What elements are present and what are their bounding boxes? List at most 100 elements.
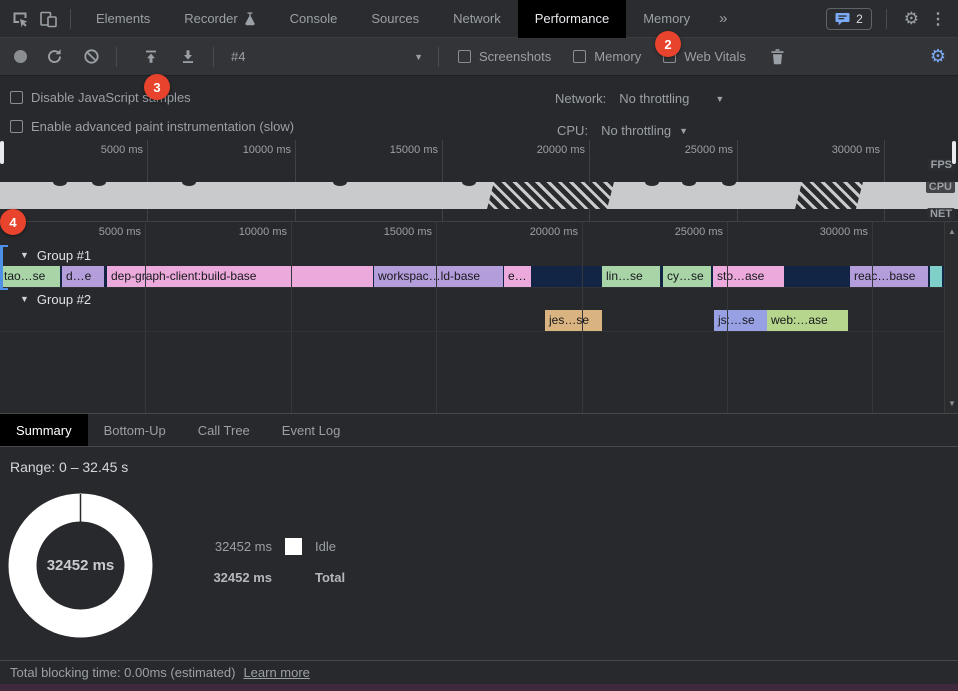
tab-network[interactable]: Network xyxy=(436,0,518,38)
reload-and-record-icon[interactable] xyxy=(44,47,64,67)
expander-icon: ▼ xyxy=(20,250,29,260)
footer-bar: Total blocking time: 0.00ms (estimated) … xyxy=(0,660,958,684)
expander-icon: ▼ xyxy=(20,294,29,304)
cpu-label: CPU: xyxy=(557,123,588,138)
load-profile-icon[interactable] xyxy=(141,47,161,67)
chat-icon xyxy=(835,12,850,26)
grid-line xyxy=(147,140,148,222)
flame-scrollbar[interactable]: ▲ ▼ xyxy=(944,222,958,413)
cpu-throttling-select[interactable]: CPU: No throttling ▼ xyxy=(557,123,688,138)
delete-recording-icon[interactable] xyxy=(768,47,788,67)
legend-swatch xyxy=(285,538,302,555)
tab-console[interactable]: Console xyxy=(273,0,355,38)
history-select[interactable]: #4 ▼ xyxy=(231,49,423,64)
overview-left-handle[interactable] xyxy=(0,141,4,164)
flame-bar[interactable]: tao…se xyxy=(0,266,60,287)
chevron-down-icon: ▼ xyxy=(679,126,688,136)
tab-bottom-up[interactable]: Bottom-Up xyxy=(88,414,182,446)
ruler-tick-label: 10000 ms xyxy=(205,226,287,238)
group-header-group-2[interactable]: ▼ Group #2 xyxy=(0,288,944,310)
tab-performance[interactable]: Performance xyxy=(518,0,626,38)
lane-label-net: NET xyxy=(927,208,955,220)
devtools-tabs: Elements Recorder ConsoleSourcesNetwork Per… xyxy=(79,0,707,38)
flame-bar[interactable]: dep-graph-client:build-base xyxy=(107,266,373,287)
cpu-activity-dip xyxy=(645,178,659,186)
more-tabs-button[interactable]: » xyxy=(707,10,739,27)
tab-recorder[interactable]: Recorder xyxy=(167,0,272,38)
flame-chart-body: ▼Group #1tao…sed…edep-graph-client:build… xyxy=(0,244,944,332)
flame-bar[interactable]: e… xyxy=(504,266,531,287)
flame-bar[interactable]: web:…ase xyxy=(767,310,848,331)
grid-line xyxy=(727,222,728,413)
flame-bar[interactable]: cy…se xyxy=(663,266,711,287)
overview-right-handle[interactable] xyxy=(952,141,956,164)
cpu-activity-dip xyxy=(462,178,476,186)
tab-event-log[interactable]: Event Log xyxy=(266,414,357,446)
ruler-tick-label: 10000 ms xyxy=(209,144,291,156)
divider xyxy=(438,47,439,67)
timeline-overview[interactable]: 5000 ms10000 ms15000 ms20000 ms25000 ms3… xyxy=(0,140,958,222)
grid-line xyxy=(291,222,292,413)
capture-settings-gear-icon[interactable]: ⚙ xyxy=(930,46,946,67)
flame-bar[interactable]: workspac…ld-base xyxy=(374,266,503,287)
flame-bar[interactable]: jes…se xyxy=(545,310,602,331)
paint-instrumentation-checkbox[interactable] xyxy=(10,120,23,133)
checkbox-label: Screenshots xyxy=(479,49,551,64)
group-header-group-1[interactable]: ▼Group #1 xyxy=(0,244,944,266)
annotation-badge: 2 xyxy=(655,31,681,57)
lane-label-fps: FPS xyxy=(928,159,955,171)
scroll-down-icon[interactable]: ▼ xyxy=(945,399,958,408)
ruler-tick-label: 30000 ms xyxy=(798,144,880,156)
legend-value: 32452 ms xyxy=(206,539,272,554)
record-button[interactable] xyxy=(14,50,27,63)
details-tabbar: SummaryBottom-UpCall TreeEvent Log xyxy=(0,413,958,447)
selected-group-bracket xyxy=(0,245,8,290)
cpu-activity-dip xyxy=(92,178,106,186)
tab-label: Performance xyxy=(535,11,609,26)
device-toolbar-icon[interactable] xyxy=(34,5,62,33)
save-profile-icon[interactable] xyxy=(178,47,198,67)
inspect-icon-svg xyxy=(11,10,29,28)
performance-toolbar: #4 ▼ ScreenshotsMemoryWeb Vitals ⚙ xyxy=(0,38,958,76)
devtools-window: Elements Recorder ConsoleSourcesNetwork Per… xyxy=(0,0,958,691)
inspect-icon[interactable] xyxy=(6,5,34,33)
tab-sources[interactable]: Sources xyxy=(354,0,436,38)
settings-gear-icon[interactable]: ⚙ xyxy=(904,9,919,29)
group-label: Group #2 xyxy=(37,292,91,307)
paint-instrumentation-row: Enable advanced paint instrumentation (s… xyxy=(0,112,958,141)
devtools-tabbar: Elements Recorder ConsoleSourcesNetwork Per… xyxy=(0,0,958,38)
checkbox-box xyxy=(458,50,471,63)
scroll-up-icon[interactable]: ▲ xyxy=(945,227,958,236)
tab-elements[interactable]: Elements xyxy=(79,0,167,38)
ruler-tick-label: 25000 ms xyxy=(651,144,733,156)
summary-pane: Range: 0 – 32.45 s 32452 ms 32452 msIdle… xyxy=(0,447,958,660)
flame-bar[interactable]: sto…ase xyxy=(713,266,784,287)
clear-icon[interactable] xyxy=(81,47,101,67)
flame-bar[interactable] xyxy=(930,266,942,287)
grid-line xyxy=(295,140,296,222)
disable-js-samples-checkbox[interactable] xyxy=(10,91,23,104)
ruler-tick-label: 5000 ms xyxy=(61,144,143,156)
donut-center-label: 32452 ms xyxy=(8,493,153,638)
flame-bar[interactable]: lin…se xyxy=(602,266,660,287)
learn-more-link[interactable]: Learn more xyxy=(243,665,309,680)
tab-call-tree[interactable]: Call Tree xyxy=(182,414,266,446)
checkbox-label: Memory xyxy=(594,49,641,64)
clear-icon-svg xyxy=(83,48,100,65)
grid-line xyxy=(442,140,443,222)
cpu-activity-dip xyxy=(182,178,196,186)
network-throttling-select[interactable]: Network: No throttling ▼ xyxy=(555,91,724,106)
tab-summary[interactable]: Summary xyxy=(0,414,88,446)
flame-chart[interactable]: ▼Group #1tao…sed…edep-graph-client:build… xyxy=(0,222,958,413)
legend-row: 32452 msIdle xyxy=(206,535,345,557)
checkbox-memory[interactable]: Memory xyxy=(573,49,641,64)
network-value: No throttling xyxy=(619,91,689,106)
checkbox-screenshots[interactable]: Screenshots xyxy=(458,49,551,64)
flame-bar[interactable]: d…e xyxy=(62,266,104,287)
issues-button[interactable]: 2 xyxy=(826,8,872,30)
more-options-icon[interactable]: ⋮ xyxy=(930,9,946,29)
cpu-activity-dip xyxy=(682,178,696,186)
tab-label: Recorder xyxy=(184,11,237,26)
flame-bar[interactable]: js:…se xyxy=(714,310,767,331)
flame-bar[interactable]: reac…base xyxy=(850,266,928,287)
